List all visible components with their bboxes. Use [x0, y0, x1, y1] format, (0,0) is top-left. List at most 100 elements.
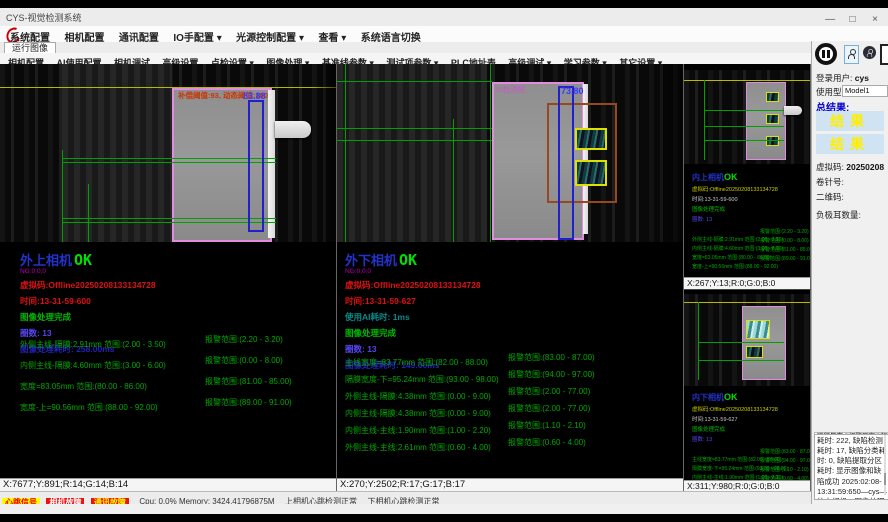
minimize-button[interactable]: — — [821, 14, 839, 25]
camera-image-inner-top[interactable] — [684, 70, 810, 164]
result-ok-text: OK — [724, 172, 738, 182]
exit-button[interactable] — [880, 44, 888, 65]
green-measure-line — [704, 140, 784, 141]
green-measure-line — [62, 158, 276, 159]
barcode-line: 虚拟码:Offline20250208133134728 — [692, 185, 783, 193]
yellow-baseline — [684, 80, 810, 81]
measurement-row: 宽度-上=90.56mm 范围:(88.00 - 92.00)报警范围:(89.… — [692, 255, 783, 264]
measurement-row: 主线宽度=83.77mm 范围:(82.00 - 88.00) 报警范围:(83.… — [345, 352, 683, 369]
model-value-box[interactable]: Model1 — [842, 85, 888, 97]
measurement-text: 内侧主线-隔膜:4.60mm 范围:(3.00 - 6.00) — [20, 361, 166, 370]
close-button[interactable]: × — [866, 14, 884, 25]
camera-name: 外下相机 — [345, 253, 397, 268]
operator-button[interactable] — [863, 46, 876, 59]
login-user-label: 登录用户: — [816, 73, 852, 83]
qr-row: 二维码: — [816, 191, 844, 203]
measurement-list: 外侧主线-隔膜:2.91mm 范围:(2.00 - 3.50)报警范围:(2.2… — [20, 334, 336, 418]
measurement-row: 宽度=83.05mm 范围:(80.00 - 86.00)报警范围:(81.00… — [20, 376, 336, 397]
separator-film-roi-rect — [742, 306, 786, 380]
measurement-row: 宽度=83.05mm 范围:(80.00 - 86.00)报警范围:(81.00… — [692, 246, 783, 255]
pixel-coordinate-status: X:7677;Y:891;R:14;G:14;B:14 — [0, 478, 336, 491]
log-text-area[interactable]: 耗时: 222, 缺陷检测耗时: 17, 缺陷分类耗时: 0, 缺陷提取分区耗时… — [814, 434, 888, 500]
measurement-row: 外侧主线-隔膜:2.91mm 范围:(2.00 - 3.50)报警范围:(2.2… — [20, 334, 336, 355]
measurement-row: 隔膜宽度-下=95.24mm 范围:(93.00 - 98.00)报警范围:(9… — [692, 457, 788, 466]
electrode-tab-detect-rect-1 — [575, 128, 607, 150]
alarm-range-text: 报警范围:(0.00 - 8.00) — [205, 355, 283, 366]
alarm-range-text: 报警范围:(94.00 - 97.00) — [760, 457, 811, 464]
alarm-range-text: 报警范围:(2.00 - 77.00) — [508, 386, 590, 397]
ai-detect-frame-label: AI检测框 — [496, 84, 526, 95]
measurement-row: 内侧主线-隔膜:4.60mm 范围:(3.00 - 6.00)报警范围:(0.0… — [692, 237, 783, 246]
user-icon — [848, 49, 855, 59]
login-user-row: 登录用户: cys — [816, 72, 869, 84]
app-window: CYS-视觉检测系统 — □ × 系统配置 相机配置 通讯配置 IO手配置 ▾ … — [0, 0, 888, 522]
menu-bar: 系统配置 相机配置 通讯配置 IO手配置 ▾ 光源控制配置 ▾ 查看 ▾ 系统语… — [0, 26, 888, 43]
yellow-baseline — [684, 302, 810, 303]
alarm-range-text: 报警范围:(2.00 - 77.00) — [508, 403, 590, 414]
window-controls: — □ × — [821, 9, 884, 27]
electrode-tab-detect-rect — [766, 92, 779, 102]
camera-name: 内下相机 — [692, 393, 724, 402]
ai-time-line: 使用AI耗时: 1ms — [345, 311, 481, 323]
user-login-button[interactable] — [844, 45, 859, 64]
result-ok-text: OK — [399, 251, 417, 269]
anode-tab-count-label: 负极耳数量: — [816, 210, 861, 220]
camera-image-inner-bottom[interactable] — [684, 294, 810, 386]
measurement-row: 外侧主线-隔膜:2.91mm 范围:(2.00 - 3.50)报警范围:(2.2… — [692, 228, 783, 237]
barcode-row: 虚拟码: 20250208 — [816, 161, 884, 173]
bottom-strip — [0, 504, 888, 514]
pixel-coordinate-status: X:270;Y:2502;R:17;G:17;B:17 — [337, 478, 683, 491]
yellow-baseline — [0, 87, 336, 88]
blue-measure-value: 73.80 — [561, 86, 584, 96]
turns-line: 圈数: 13 — [692, 435, 788, 443]
measurement-text: 宽度-上=90.56mm 范围:(88.00 - 92.00) — [692, 264, 778, 270]
measurement-text: 主线宽度=83.77mm 范围:(82.00 - 88.00) — [345, 358, 488, 367]
measurement-text: 宽度-上=90.56mm 范围:(88.00 - 92.00) — [20, 403, 158, 412]
measurement-row: 内侧主线-主线:1.90mm 范围:(1.00 - 2.20)报警范围:(1.1… — [345, 420, 683, 437]
barcode-line: 虚拟码:Offline20250208133134728 — [345, 279, 481, 291]
alarm-range-text: 报警范围:(83.00 - 87.00) — [760, 448, 811, 455]
measurement-list: 外侧主线-隔膜:2.91mm 范围:(2.00 - 3.50)报警范围:(2.2… — [692, 228, 783, 264]
camera-name: 外上相机 — [20, 253, 72, 268]
green-measure-line-v — [345, 64, 346, 242]
ng-count-line: NG:0;0;0 — [345, 268, 481, 275]
camera-panel-outer-top: 补偿阈值:93, 动态阈值:100 83.88 外上相机OK NG:0;0;0 … — [0, 64, 337, 491]
camera-image-outer-top[interactable]: 补偿阈值:93, 动态阈值:100 83.88 — [0, 64, 336, 242]
camera-name: 内上相机 — [692, 173, 724, 182]
process-done-line: 图像处理完成 — [692, 205, 783, 213]
process-done-line: 图像处理完成 — [692, 425, 788, 433]
pause-button[interactable] — [815, 43, 837, 65]
alarm-range-text: 报警范围:(0.60 - 4.00) — [508, 437, 586, 448]
green-measure-line — [704, 110, 784, 111]
camera-result-block: 内上相机OK 虚拟码:Offline20250208133134728 时间:1… — [692, 172, 783, 264]
film-bright-edge — [268, 90, 275, 238]
camera-panel-outer-bottom: AI检测框 73.80 外下相机OK NG:0;0;0 虚拟码:Offline2… — [337, 64, 684, 491]
camera-title: 外上相机OK — [20, 254, 156, 267]
alarm-range-text: 报警范围:(83.00 - 87.00) — [508, 352, 595, 363]
tab-run-image[interactable]: 运行图像 — [4, 42, 56, 53]
camera-title: 内上相机OK — [692, 172, 783, 183]
result-ok-text: OK — [74, 251, 92, 269]
log-scrollbar[interactable] — [884, 435, 886, 495]
green-measure-line — [704, 126, 784, 127]
green-measure-line-v — [698, 302, 699, 380]
anode-tab-count-row: 负极耳数量: — [816, 209, 861, 221]
green-measure-line — [337, 81, 492, 82]
pin-row: 卷针号: — [816, 176, 844, 188]
alarm-range-text: 报警范围:(1.10 - 2.10) — [508, 420, 586, 431]
camera-image-outer-bottom[interactable]: AI检测框 73.80 — [337, 64, 683, 242]
time-line: 时间:13-31-59-627 — [692, 415, 788, 423]
maximize-button[interactable]: □ — [844, 14, 862, 25]
result-ok-text: OK — [724, 392, 738, 402]
bottom-status-bar: 心跳信号 相机故障 通讯故障 Cpu: 0.0% Memory: 3424.41… — [0, 491, 811, 505]
alarm-range-text: 报警范围:(94.00 - 97.00) — [508, 369, 595, 380]
image-shade — [312, 64, 336, 242]
camera-panel-inner-top: 内上相机OK 虚拟码:Offline20250208133134728 时间:1… — [684, 64, 811, 289]
camera-result-block: 内下相机OK 虚拟码:Offline20250208133134728 时间:1… — [692, 392, 788, 484]
measurement-text: 宽度=83.05mm 范围:(80.00 - 86.00) — [20, 382, 147, 391]
time-line: 时间:13-31-59-600 — [692, 195, 783, 203]
alarm-range-text: 报警范围:(2.20 - 3.20) — [760, 228, 809, 235]
alarm-range-text: 报警范围:(2.20 - 3.20) — [205, 334, 283, 345]
machine-band — [62, 64, 172, 242]
measurement-row: 外侧主线-主线:2.61mm 范围:(0.60 - 4.00)报警范围:(0.6… — [345, 437, 683, 454]
